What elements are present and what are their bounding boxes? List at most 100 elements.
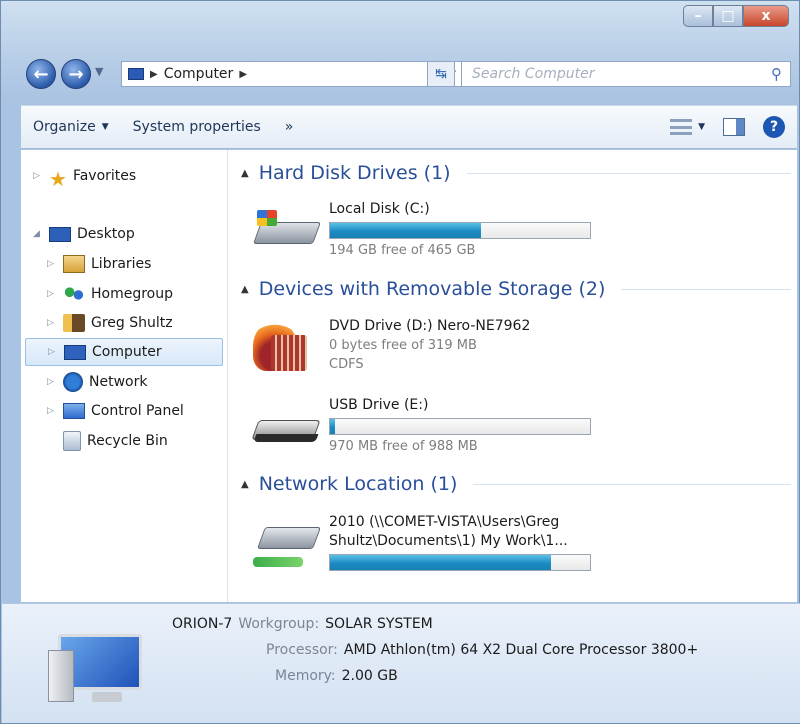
drive-dvd-d[interactable]: DVD Drive (D:) Nero-NE7962 0 bytes free … [251, 317, 771, 387]
drive-usb-e[interactable]: USB Drive (E:) 970 MB free of 988 MB [251, 396, 771, 466]
expand-arrow-icon[interactable]: ▷ [47, 289, 57, 299]
help-icon[interactable]: ? [763, 116, 785, 138]
search-box[interactable]: ⚲ [461, 61, 791, 87]
computer-large-icon [48, 634, 144, 710]
usb-drive-icon [251, 406, 321, 450]
group-title: Hard Disk Drives (1) [258, 162, 451, 184]
libraries-icon [63, 255, 85, 273]
nav-label: Libraries [91, 256, 152, 272]
close-button[interactable]: x [743, 5, 789, 27]
group-title: Network Location (1) [258, 473, 458, 495]
caption-buttons: – □ x [683, 5, 789, 27]
dvd-drive-icon [251, 321, 321, 371]
homegroup-icon [63, 285, 85, 303]
more-commands-button[interactable]: » [273, 119, 306, 135]
organize-label: Organize [33, 119, 96, 135]
system-properties-button[interactable]: System properties [121, 119, 273, 135]
network-icon [63, 372, 83, 392]
breadcrumb-separator-icon[interactable]: ▶ [150, 69, 158, 80]
usage-bar [329, 222, 591, 239]
navigation-pane: ▷ ★ Favorites ◢ Desktop ▷ Libraries ▷ Ho… [21, 150, 228, 602]
view-options-dropdown-icon[interactable]: ▼ [698, 122, 705, 132]
nav-computer[interactable]: ▷ Computer [25, 338, 223, 366]
nav-label: Network [89, 374, 148, 390]
user-folder-icon [63, 314, 85, 332]
chevron-more-icon: » [284, 119, 294, 135]
expand-arrow-icon[interactable]: ▷ [48, 347, 58, 357]
refresh-button[interactable]: ↹ [427, 61, 455, 87]
preview-pane-icon[interactable] [723, 118, 745, 136]
expand-arrow-icon[interactable]: ▷ [33, 171, 43, 181]
address-bar[interactable]: ▶ Computer ▶ ▼ [121, 61, 463, 87]
control-panel-icon [63, 403, 85, 419]
collapse-triangle-icon[interactable]: ▲ [241, 284, 249, 295]
navigation-row: ← → ▼ ▶ Computer ▶ ▼ ↹ ⚲ [21, 57, 797, 91]
nav-label: Recycle Bin [87, 433, 168, 449]
nav-label: Favorites [72, 168, 137, 184]
group-header-network[interactable]: ▲ Network Location (1) [241, 473, 791, 495]
detail-computer-name: ORION-7 Workgroup: SOLAR SYSTEM [172, 616, 433, 632]
nav-network[interactable]: ▷ Network [47, 368, 147, 396]
memory-label: Memory: [275, 668, 336, 684]
drive-name: Local Disk (C:) [329, 201, 430, 217]
network-location-drive[interactable]: 2010 (\\COMET-VISTA\Users\Greg Shultz\Do… [251, 513, 771, 583]
nav-favorites[interactable]: ▷ ★ Favorites [33, 162, 137, 191]
group-header-removable[interactable]: ▲ Devices with Removable Storage (2) [241, 278, 791, 300]
workgroup-label: Workgroup: [238, 616, 320, 632]
nav-control-panel[interactable]: ▷ Control Panel [47, 397, 184, 425]
usage-bar [329, 418, 591, 435]
chevron-down-icon: ▼ [101, 122, 109, 132]
expand-arrow-icon[interactable]: ▷ [47, 406, 57, 416]
forward-button[interactable]: → [61, 59, 91, 89]
desktop-icon [49, 226, 71, 242]
toolbar-right: ▼ ? [670, 116, 785, 138]
usage-bar-fill [330, 555, 551, 570]
workgroup-value: SOLAR SYSTEM [325, 616, 433, 632]
nav-user-folder[interactable]: ▷ Greg Shultz [47, 309, 173, 337]
drive-local-disk-c[interactable]: Local Disk (C:) 194 GB free of 465 GB [251, 200, 771, 270]
explorer-window: – □ x ← → ▼ ▶ Computer ▶ ▼ ↹ ⚲ Organize … [0, 0, 800, 724]
expand-arrow-icon[interactable]: ▷ [47, 318, 57, 328]
hard-disk-icon [251, 210, 322, 254]
group-header-hard-disk[interactable]: ▲ Hard Disk Drives (1) [241, 162, 791, 184]
recycle-bin-icon [63, 431, 81, 451]
detail-processor: Processor: AMD Athlon(tm) 64 X2 Dual Cor… [266, 642, 698, 658]
system-properties-label: System properties [132, 119, 261, 135]
nav-label: Computer [92, 344, 162, 360]
computer-name: ORION-7 [172, 616, 233, 632]
breadcrumb-separator-icon[interactable]: ▶ [239, 69, 247, 80]
maximize-button[interactable]: □ [713, 5, 743, 27]
change-view-icon[interactable] [670, 119, 693, 135]
organize-button[interactable]: Organize ▼ [21, 119, 121, 135]
drive-name: DVD Drive (D:) Nero-NE7962 [329, 318, 531, 334]
nav-libraries[interactable]: ▷ Libraries [47, 250, 151, 278]
expand-arrow-icon[interactable]: ▷ [47, 377, 57, 387]
search-icon[interactable]: ⚲ [771, 65, 782, 83]
drive-name-line2: Shultz\Documents\1) My Work\1... [329, 533, 568, 549]
drive-name: USB Drive (E:) [329, 397, 429, 413]
nav-label: Control Panel [91, 403, 184, 419]
usage-bar-fill [330, 223, 481, 238]
breadcrumb-computer[interactable]: Computer [164, 66, 234, 82]
collapse-arrow-icon[interactable]: ◢ [33, 229, 43, 239]
nav-recycle-bin[interactable]: Recycle Bin [47, 427, 168, 455]
nav-homegroup[interactable]: ▷ Homegroup [47, 280, 173, 308]
content-area: ▷ ★ Favorites ◢ Desktop ▷ Libraries ▷ Ho… [21, 150, 797, 602]
computer-icon [128, 68, 144, 80]
usage-bar-fill [330, 419, 336, 434]
drive-filesystem: CDFS [329, 357, 364, 372]
drive-free-space: 194 GB free of 465 GB [329, 243, 476, 258]
back-button[interactable]: ← [26, 59, 56, 89]
search-input[interactable] [472, 66, 752, 82]
nav-desktop[interactable]: ◢ Desktop [33, 220, 135, 248]
minimize-button[interactable]: – [683, 5, 713, 27]
network-drive-icon [251, 523, 322, 567]
recent-pages-dropdown[interactable]: ▼ [95, 65, 103, 78]
collapse-triangle-icon[interactable]: ▲ [241, 479, 249, 490]
expand-arrow-icon[interactable]: ▷ [47, 259, 57, 269]
command-bar: Organize ▼ System properties » ▼ ? [21, 105, 797, 149]
detail-memory: Memory: 2.00 GB [275, 668, 398, 684]
collapse-triangle-icon[interactable]: ▲ [241, 168, 249, 179]
usage-bar [329, 554, 591, 571]
computer-icon [64, 344, 86, 360]
